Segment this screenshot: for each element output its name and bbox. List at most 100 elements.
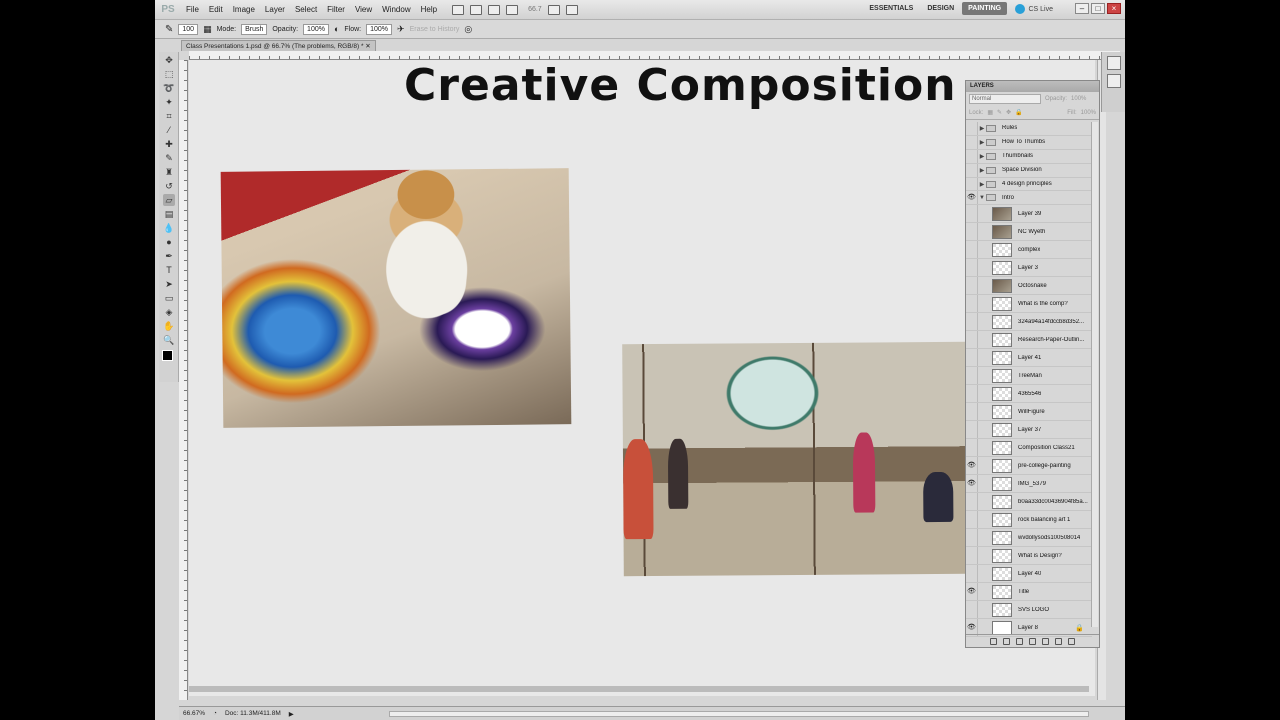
path-select-tool-icon[interactable]: ➤	[163, 278, 175, 290]
visibility-eye-icon[interactable]	[966, 385, 978, 403]
lock-all-icon[interactable]: 🔒	[1015, 109, 1022, 116]
visibility-eye-icon[interactable]	[966, 205, 978, 223]
eyedropper-tool-icon[interactable]: ⁄	[163, 124, 175, 136]
visibility-eye-icon[interactable]	[966, 529, 978, 547]
layer-group-row[interactable]: 👁 ▼ Intro	[966, 191, 1092, 206]
cs-live[interactable]: CS Live	[1015, 4, 1053, 14]
close-tab-icon[interactable]: ✕	[365, 43, 370, 50]
visibility-eye-icon[interactable]	[966, 439, 978, 457]
visibility-eye-icon[interactable]: 👁	[966, 583, 978, 601]
marquee-tool-icon[interactable]: ⬚	[163, 68, 175, 80]
visibility-eye-icon[interactable]: 👁	[966, 457, 978, 475]
visibility-eye-icon[interactable]	[966, 367, 978, 385]
layer-row[interactable]: What is the comp?	[966, 295, 1092, 314]
lasso-tool-icon[interactable]: ➰	[163, 82, 175, 94]
erase-to-history-checkbox[interactable]: Erase to History	[410, 26, 460, 33]
document-canvas[interactable]: Creative Composition	[189, 60, 1095, 696]
visibility-eye-icon[interactable]	[966, 241, 978, 259]
layer-row[interactable]: TreeMan	[966, 367, 1092, 386]
workspace-painting[interactable]: PAINTING	[962, 2, 1008, 15]
zoom-tool-icon[interactable]: 🔍	[163, 334, 175, 346]
3d-tool-icon[interactable]: ◈	[163, 306, 175, 318]
extras-icon[interactable]	[565, 4, 578, 15]
quick-select-tool-icon[interactable]: ✦	[163, 96, 175, 108]
status-info-icon[interactable]: ◔	[213, 710, 217, 717]
menu-image[interactable]: Image	[228, 5, 260, 14]
menu-file[interactable]: File	[181, 5, 204, 14]
visibility-eye-icon[interactable]	[966, 163, 978, 177]
collapsed-triangle-icon[interactable]: ▶	[978, 167, 986, 174]
zoom-level[interactable]: 66.7	[528, 6, 542, 13]
menu-view[interactable]: View	[350, 5, 377, 14]
layer-row[interactable]: Research-Paper-Outlin...	[966, 331, 1092, 350]
visibility-eye-icon[interactable]	[966, 547, 978, 565]
menu-help[interactable]: Help	[416, 5, 442, 14]
clone-stamp-tool-icon[interactable]: ♜	[163, 166, 175, 178]
add-mask-icon[interactable]	[1016, 637, 1023, 645]
lock-paint-icon[interactable]: ✎	[997, 109, 1002, 116]
eraser-tool-icon[interactable]: ▱	[163, 194, 175, 206]
bridge-icon[interactable]	[452, 4, 465, 15]
pen-tool-icon[interactable]: ✒	[163, 250, 175, 262]
brush-panel-icon[interactable]: ▦	[203, 24, 212, 35]
layer-row[interactable]: Layer 41	[966, 349, 1092, 368]
layer-row[interactable]: Layer 37	[966, 421, 1092, 440]
blend-mode-select[interactable]: Normal	[969, 94, 1041, 104]
hand-view-icon[interactable]	[488, 4, 501, 15]
maximize-button[interactable]: □	[1091, 3, 1105, 14]
visibility-eye-icon[interactable]	[966, 295, 978, 313]
layer-opacity-input[interactable]: 100%	[1071, 96, 1086, 102]
layer-row[interactable]: b0aa33dc00436904f85a...	[966, 493, 1092, 512]
layer-group-row[interactable]: ▶ Thumbnails	[966, 149, 1092, 164]
brush-size-picker[interactable]: 100	[178, 23, 199, 35]
visibility-eye-icon[interactable]	[966, 122, 978, 135]
visibility-eye-icon[interactable]	[966, 565, 978, 583]
menu-select[interactable]: Select	[290, 5, 322, 14]
workspace-essentials[interactable]: ESSENTIALS	[863, 2, 919, 15]
visibility-eye-icon[interactable]	[966, 277, 978, 295]
foreground-color-swatch[interactable]	[162, 350, 173, 361]
dodge-tool-icon[interactable]: ●	[163, 236, 175, 248]
visibility-eye-icon[interactable]	[966, 149, 978, 163]
healing-tool-icon[interactable]: ✚	[163, 138, 175, 150]
visibility-eye-icon[interactable]	[966, 511, 978, 529]
opacity-input[interactable]: 100%	[303, 23, 329, 35]
layer-row[interactable]: 4365546	[966, 385, 1092, 404]
layer-row[interactable]: SVS LOGO	[966, 601, 1092, 620]
screen-mode-icon[interactable]	[547, 4, 560, 15]
visibility-eye-icon[interactable]	[966, 331, 978, 349]
move-tool-icon[interactable]: ✥	[163, 54, 175, 66]
delete-layer-icon[interactable]	[1068, 637, 1075, 645]
visibility-eye-icon[interactable]	[966, 313, 978, 331]
history-brush-tool-icon[interactable]: ↺	[163, 180, 175, 192]
layer-row[interactable]: WillFigure	[966, 403, 1092, 422]
collapsed-triangle-icon[interactable]: ▶	[978, 139, 986, 146]
workspace-design[interactable]: DESIGN	[921, 2, 960, 15]
layer-row[interactable]: What is Design?	[966, 547, 1092, 566]
layers-scrollbar[interactable]	[1091, 122, 1098, 627]
layers-panel-title[interactable]: LAYERS	[966, 81, 1099, 92]
visibility-eye-icon[interactable]	[966, 135, 978, 149]
layer-row[interactable]: 324a94a14fdccb8d352...	[966, 313, 1092, 332]
layer-row[interactable]: Layer 39	[966, 205, 1092, 224]
visibility-eye-icon[interactable]	[966, 259, 978, 277]
crop-tool-icon[interactable]: ⌗	[163, 110, 175, 122]
link-layers-icon[interactable]	[990, 637, 997, 645]
menu-layer[interactable]: Layer	[260, 5, 290, 14]
visibility-eye-icon[interactable]	[966, 349, 978, 367]
layers-panel-icon[interactable]	[1106, 74, 1121, 88]
new-layer-icon[interactable]	[1055, 637, 1062, 645]
lock-position-icon[interactable]: ✥	[1006, 109, 1011, 116]
pressure-opacity-icon[interactable]: ◐	[334, 24, 339, 34]
pressure-size-icon[interactable]: ◎	[464, 24, 472, 35]
visibility-eye-icon[interactable]	[966, 177, 978, 191]
gradient-tool-icon[interactable]: ▤	[163, 208, 175, 220]
canvas-horizontal-scrollbar[interactable]	[389, 711, 1089, 717]
mini-bridge-icon[interactable]	[470, 4, 483, 15]
visibility-eye-icon[interactable]	[966, 403, 978, 421]
brush-tool-icon[interactable]: ✎	[163, 152, 175, 164]
expanded-triangle-icon[interactable]: ▼	[978, 195, 986, 201]
status-menu-arrow-icon[interactable]: ▶	[289, 710, 294, 718]
adjustment-layer-icon[interactable]	[1029, 637, 1036, 645]
layer-row[interactable]: Layer 40	[966, 565, 1092, 584]
